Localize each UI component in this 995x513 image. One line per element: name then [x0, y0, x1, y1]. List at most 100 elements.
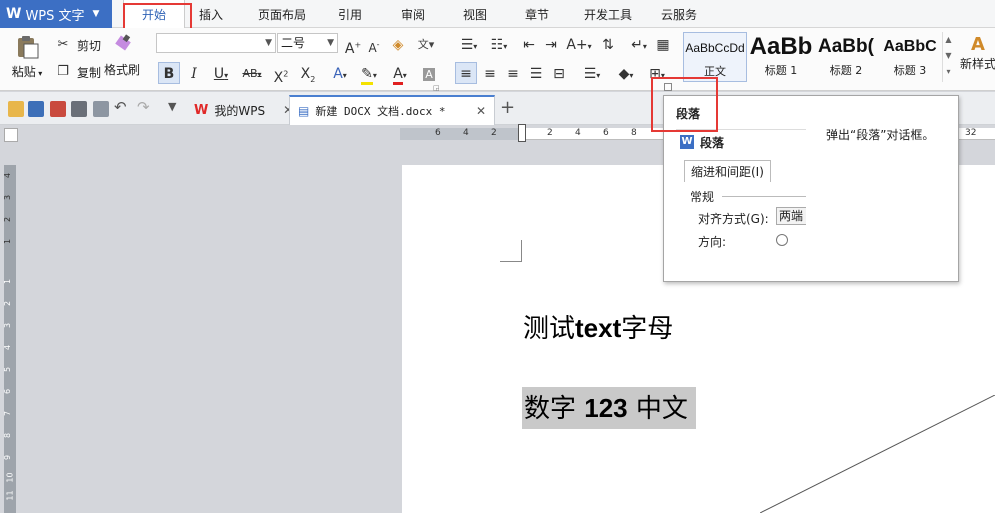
- highlight-color-button[interactable]: ✎▾: [356, 62, 382, 85]
- diagonal-line-shape[interactable]: [760, 395, 995, 513]
- style-heading-1[interactable]: AaBb 标题 1: [749, 32, 813, 82]
- format-painter-label: 格式刷: [103, 63, 140, 77]
- ruler-tick: 4: [463, 128, 469, 138]
- bold-icon: B: [163, 66, 175, 82]
- new-style-button[interactable]: A 新样式: [958, 34, 995, 72]
- ruler-tick: 5: [3, 366, 13, 373]
- ruler-tick: 3: [3, 194, 13, 201]
- tab-my-wps[interactable]: W 我的WPS ✕: [186, 95, 301, 125]
- eraser-icon: ◈: [392, 37, 404, 53]
- strikethrough-icon: AB: [242, 67, 258, 80]
- ribbon-toolbar: 粘贴 ▾ ✂ 剪切 ❐ 复制 格式刷 ▼ 二号 ▼ A+ A- ◈ 文▾ B I…: [0, 28, 995, 92]
- styles-scroll[interactable]: ▲ ▼ ▾: [942, 32, 954, 82]
- tab-page-layout[interactable]: 页面布局: [250, 0, 314, 28]
- decrease-indent-button[interactable]: ⇤: [518, 33, 540, 55]
- document-line-1[interactable]: 测试text字母: [523, 308, 673, 345]
- tab-view[interactable]: 视图: [452, 0, 498, 28]
- close-icon[interactable]: ✕: [476, 104, 486, 118]
- text-effect-button[interactable]: A▾: [327, 62, 353, 84]
- style-name: 标题 2: [829, 64, 863, 77]
- vertical-ruler[interactable]: 4 3 2 1 1 2 3 4 5 6 7 8 9 10 11: [3, 165, 16, 513]
- style-normal[interactable]: AaBbCcDd 正文: [683, 32, 747, 82]
- ruler-tick: 2: [3, 216, 13, 223]
- shading-button[interactable]: ◆▾: [612, 62, 640, 84]
- highlight-paragraph-launcher: [651, 77, 718, 132]
- redo-icon[interactable]: ↷: [137, 98, 150, 116]
- tab-insert[interactable]: 插入: [188, 0, 234, 28]
- table-borders-button[interactable]: ▦: [652, 33, 674, 55]
- decrease-font-size-button[interactable]: A-: [363, 33, 385, 55]
- indent-marker[interactable]: [518, 124, 526, 142]
- tab-chapter[interactable]: 章节: [514, 0, 560, 28]
- subscript-icon: X2: [300, 66, 316, 84]
- print-preview-icon[interactable]: [93, 101, 109, 117]
- style-sample: AaBbCcDd: [685, 41, 745, 55]
- style-heading-3[interactable]: AaBbC 标题 3: [878, 32, 942, 82]
- ruler-tick: 1: [3, 278, 13, 285]
- ruler-tick: 2: [547, 128, 553, 138]
- save-icon[interactable]: [28, 101, 44, 117]
- show-marks-button[interactable]: ↵▾: [625, 33, 653, 55]
- align-left-button[interactable]: ≡: [455, 62, 477, 84]
- chinese-layout-button[interactable]: A+▾: [565, 33, 593, 55]
- document-icon: ▤: [298, 104, 310, 118]
- ruler-tick: 6: [3, 388, 13, 395]
- tab-review[interactable]: 审阅: [390, 0, 436, 28]
- tab-document[interactable]: ▤ 新建 DOCX 文档.docx * ✕: [289, 95, 495, 125]
- style-heading-2[interactable]: AaBb( 标题 2: [814, 32, 878, 82]
- paint-bucket-icon: ◆: [618, 66, 630, 82]
- paste-button[interactable]: 粘贴 ▾: [10, 34, 44, 84]
- style-name: 标题 1: [764, 64, 798, 77]
- new-tab-icon[interactable]: +: [500, 97, 515, 118]
- superscript-button[interactable]: X2: [270, 62, 292, 86]
- align-right-button[interactable]: ≡: [502, 62, 524, 84]
- line-spacing-button[interactable]: ☰▾: [578, 62, 606, 84]
- sort-button[interactable]: ⇅: [597, 33, 619, 55]
- tab-references[interactable]: 引用: [327, 0, 373, 28]
- justify-button[interactable]: ☰: [525, 62, 547, 84]
- font-size-select[interactable]: 二号 ▼: [277, 33, 338, 53]
- undo-icon[interactable]: ↶: [114, 98, 127, 116]
- format-painter-button[interactable]: 格式刷: [102, 34, 142, 78]
- style-sample: AaBb: [749, 33, 813, 60]
- copy-icon: ❐: [57, 64, 69, 79]
- text-run: 字母: [621, 314, 674, 344]
- italic-button[interactable]: I: [183, 62, 205, 84]
- increase-indent-button[interactable]: ⇥: [540, 33, 562, 55]
- dialog-section-label: 常规: [690, 190, 715, 204]
- app-menu-button[interactable]: W WPS 文字 ▼: [0, 0, 112, 28]
- tab-cloud[interactable]: 云服务: [652, 0, 706, 28]
- underline-button[interactable]: U▾: [207, 62, 235, 84]
- tab-developer[interactable]: 开发工具: [576, 0, 640, 28]
- char-shading-button[interactable]: A: [418, 62, 440, 84]
- justify-icon: ☰: [529, 66, 543, 82]
- bullet-list-button[interactable]: ☰▾: [455, 33, 483, 55]
- distribute-button[interactable]: ⊟: [548, 62, 570, 84]
- increase-font-size-button[interactable]: A+: [342, 33, 364, 57]
- dialog-tab-indent-spacing: 缩进和间距(I): [684, 160, 771, 182]
- text-run: 数字: [524, 394, 585, 424]
- bold-button[interactable]: B: [158, 62, 180, 84]
- clear-format-button[interactable]: ◈: [387, 33, 409, 55]
- alignment-label: 对齐方式(G):: [698, 212, 769, 226]
- copy-button[interactable]: ❐ 复制: [52, 61, 101, 83]
- wps-logo-icon: W: [194, 102, 209, 118]
- export-pdf-icon[interactable]: [50, 101, 66, 117]
- customize-qa-icon[interactable]: ▼: [168, 100, 176, 113]
- open-folder-icon[interactable]: [8, 101, 24, 117]
- font-dialog-launcher[interactable]: ◲: [433, 84, 440, 92]
- subscript-button[interactable]: X2: [297, 62, 319, 84]
- cut-button[interactable]: ✂ 剪切: [52, 34, 101, 56]
- phonetic-guide-button[interactable]: 文▾: [412, 33, 440, 55]
- ruler-corner[interactable]: [4, 128, 18, 142]
- strikethrough-button[interactable]: AB▾: [238, 62, 266, 84]
- numbered-list-button[interactable]: ☷▾: [485, 33, 513, 55]
- document-line-2-selected[interactable]: 数字 123 中文: [522, 387, 696, 429]
- font-name-select[interactable]: ▼: [156, 33, 276, 53]
- print-icon[interactable]: [71, 101, 87, 117]
- text-run: 测试: [523, 314, 576, 344]
- text-run-bold: 123: [584, 393, 628, 423]
- align-center-button[interactable]: ≡: [479, 62, 501, 84]
- font-color-button[interactable]: A▾: [387, 62, 413, 85]
- ruler-tick: 6: [603, 128, 609, 138]
